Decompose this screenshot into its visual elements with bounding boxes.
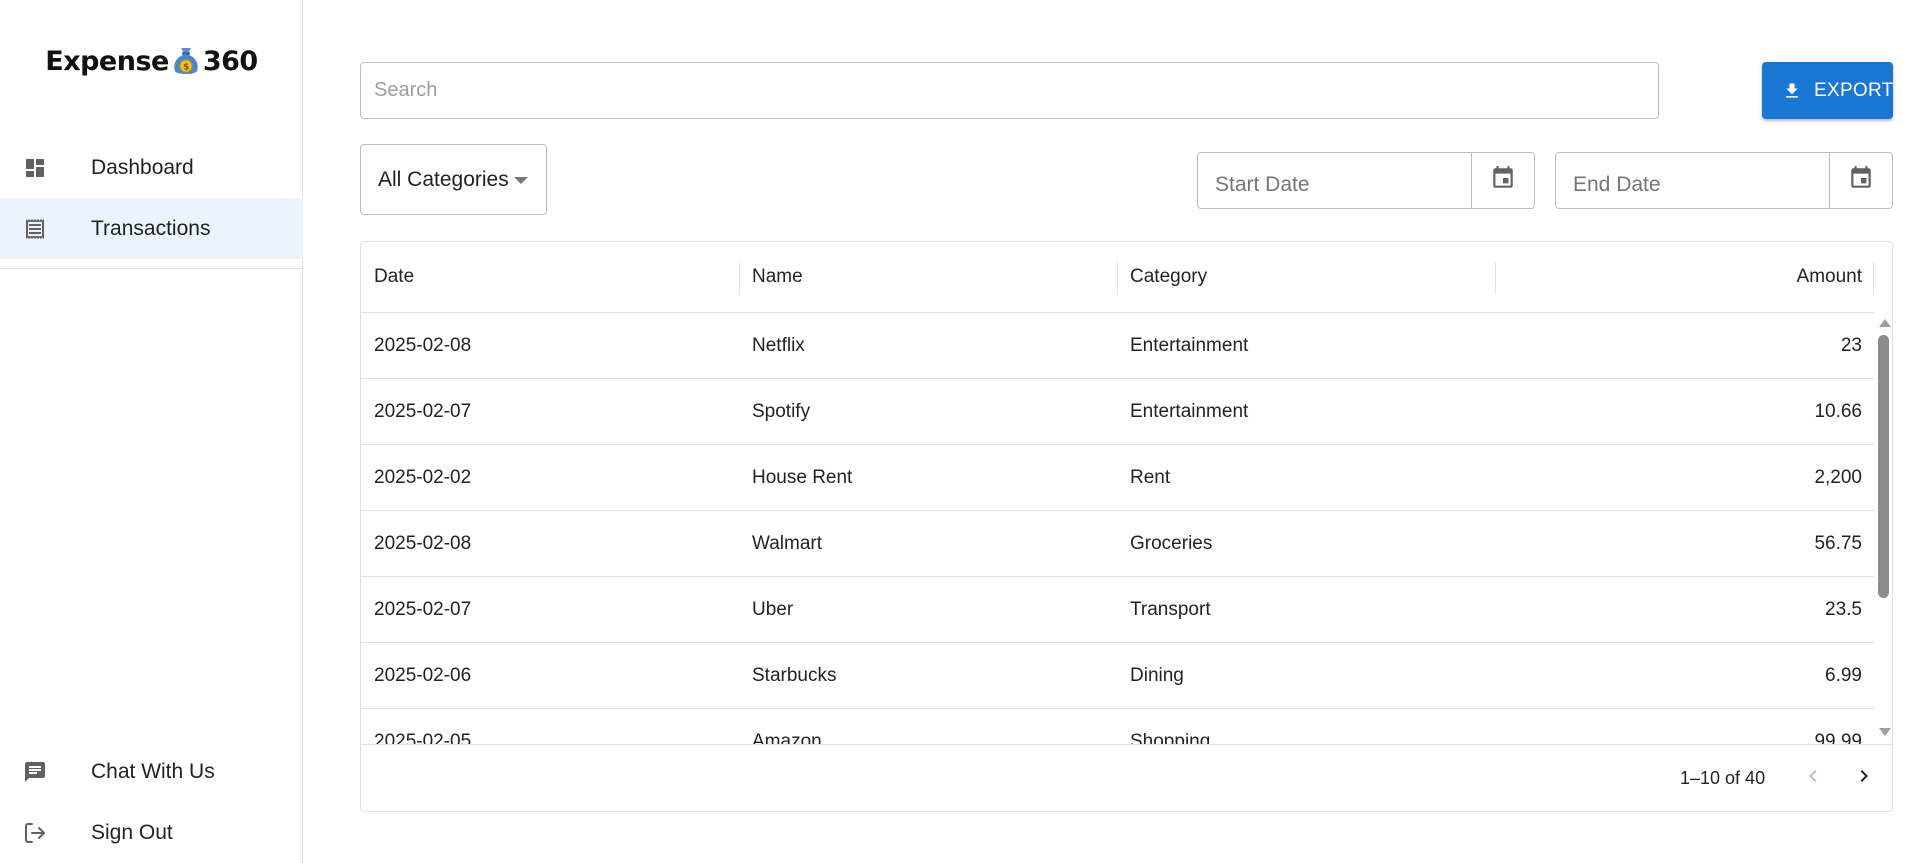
cell-category: Shopping: [1130, 731, 1211, 744]
dashboard-icon: [22, 155, 48, 181]
cell-name: Netflix: [752, 335, 805, 356]
cell-category: Groceries: [1130, 533, 1213, 554]
start-date-placeholder[interactable]: Start Date: [1198, 153, 1471, 208]
export-label: EXPORT: [1814, 79, 1894, 101]
download-icon: [1782, 80, 1802, 102]
transactions-table: Date Name Category Amount 2025-02-08 Net…: [360, 241, 1893, 812]
cell-date: 2025-02-07: [374, 401, 472, 422]
cell-date: 2025-02-02: [374, 467, 472, 488]
sidebar-item-dashboard[interactable]: Dashboard: [0, 137, 303, 198]
cell-amount: 6.99: [1825, 665, 1862, 686]
cell-name: Uber: [752, 599, 794, 620]
svg-text:$: $: [183, 63, 189, 73]
cell-date: 2025-02-08: [374, 533, 472, 554]
column-header-amount[interactable]: Amount: [1797, 242, 1862, 312]
cell-category: Dining: [1130, 665, 1184, 686]
cell-amount: 10.66: [1814, 401, 1862, 422]
cell-date: 2025-02-07: [374, 599, 472, 620]
table-row[interactable]: 2025-02-08 Walmart Groceries 56.75: [361, 511, 1874, 577]
column-header-date[interactable]: Date: [374, 242, 414, 312]
chat-icon: [22, 759, 48, 785]
logo-text-prefix: Expense: [45, 46, 169, 77]
cell-amount: 2,200: [1814, 467, 1862, 488]
table-footer: 1–10 of 40: [361, 744, 1892, 811]
logout-icon: [22, 820, 48, 846]
table-row[interactable]: 2025-02-05 Amazon Shopping 99.99: [361, 709, 1874, 744]
receipt-icon: [22, 216, 48, 242]
caret-down-icon: [514, 177, 528, 184]
column-separator[interactable]: [1117, 262, 1118, 294]
category-select-value: All Categories: [378, 167, 509, 191]
table-row[interactable]: 2025-02-08 Netflix Entertainment 23: [361, 313, 1874, 379]
cell-amount: 56.75: [1814, 533, 1862, 554]
sidebar-item-label: Sign Out: [91, 820, 173, 844]
sidebar-divider: [0, 268, 303, 269]
cell-category: Transport: [1130, 599, 1211, 620]
cell-category: Entertainment: [1130, 335, 1249, 356]
table-body: 2025-02-08 Netflix Entertainment 23 2025…: [361, 313, 1874, 744]
cell-name: Amazon: [752, 731, 822, 744]
column-separator[interactable]: [1873, 262, 1874, 294]
chevron-left-icon: [1801, 764, 1825, 793]
cell-date: 2025-02-05: [374, 731, 472, 744]
sidebar-item-sign-out[interactable]: Sign Out: [0, 802, 303, 863]
table-scrollbar[interactable]: [1875, 313, 1892, 744]
column-header-name[interactable]: Name: [752, 242, 803, 312]
sidebar-item-label: Dashboard: [91, 155, 194, 179]
pagination-info: 1–10 of 40: [1680, 768, 1766, 788]
table-row[interactable]: 2025-02-06 Starbucks Dining 6.99: [361, 643, 1874, 709]
cell-amount: 23.5: [1825, 599, 1862, 620]
cell-name: House Rent: [752, 467, 853, 488]
end-date-calendar-button[interactable]: [1829, 153, 1892, 208]
scroll-up-arrow-icon[interactable]: [1879, 319, 1891, 327]
app-logo[interactable]: Expense $ 360: [0, 44, 303, 77]
start-date-field[interactable]: Start Date: [1197, 152, 1535, 209]
end-date-placeholder[interactable]: End Date: [1556, 153, 1829, 208]
sidebar-item-label: Chat With Us: [91, 759, 215, 783]
logo-text-suffix: 360: [202, 46, 258, 77]
next-page-button[interactable]: [1848, 762, 1880, 794]
cell-amount: 23: [1840, 335, 1862, 356]
search-field[interactable]: [360, 62, 1659, 119]
search-input[interactable]: [361, 63, 1658, 118]
sidebar: Expense $ 360 Dashboard Transactions Cha…: [0, 0, 303, 863]
column-separator[interactable]: [1495, 262, 1496, 294]
table-row[interactable]: 2025-02-02 House Rent Rent 2,200: [361, 445, 1874, 511]
sidebar-item-transactions[interactable]: Transactions: [0, 198, 303, 259]
calendar-icon: [1490, 165, 1516, 196]
category-select[interactable]: All Categories: [360, 144, 547, 215]
cell-name: Starbucks: [752, 665, 837, 686]
cell-date: 2025-02-06: [374, 665, 472, 686]
scroll-down-arrow-icon[interactable]: [1879, 728, 1891, 736]
table-row[interactable]: 2025-02-07 Uber Transport 23.5: [361, 577, 1874, 643]
sidebar-item-label: Transactions: [91, 216, 211, 240]
sidebar-item-chat[interactable]: Chat With Us: [0, 741, 303, 802]
cell-category: Rent: [1130, 467, 1171, 488]
column-separator[interactable]: [739, 262, 740, 294]
previous-page-button[interactable]: [1797, 762, 1829, 794]
cell-category: Entertainment: [1130, 401, 1249, 422]
export-button[interactable]: EXPORT: [1762, 62, 1893, 119]
start-date-calendar-button[interactable]: [1471, 153, 1534, 208]
calendar-icon: [1848, 165, 1874, 196]
cell-date: 2025-02-08: [374, 335, 472, 356]
cell-name: Spotify: [752, 401, 811, 422]
cell-name: Walmart: [752, 533, 823, 554]
money-bag-icon: $: [171, 44, 201, 76]
table-row[interactable]: 2025-02-07 Spotify Entertainment 10.66: [361, 379, 1874, 445]
chevron-right-icon: [1852, 764, 1876, 793]
end-date-field[interactable]: End Date: [1555, 152, 1893, 209]
table-header: Date Name Category Amount: [361, 242, 1874, 313]
cell-amount: 99.99: [1814, 731, 1862, 744]
scrollbar-thumb[interactable]: [1878, 335, 1889, 598]
column-header-category[interactable]: Category: [1130, 242, 1207, 312]
